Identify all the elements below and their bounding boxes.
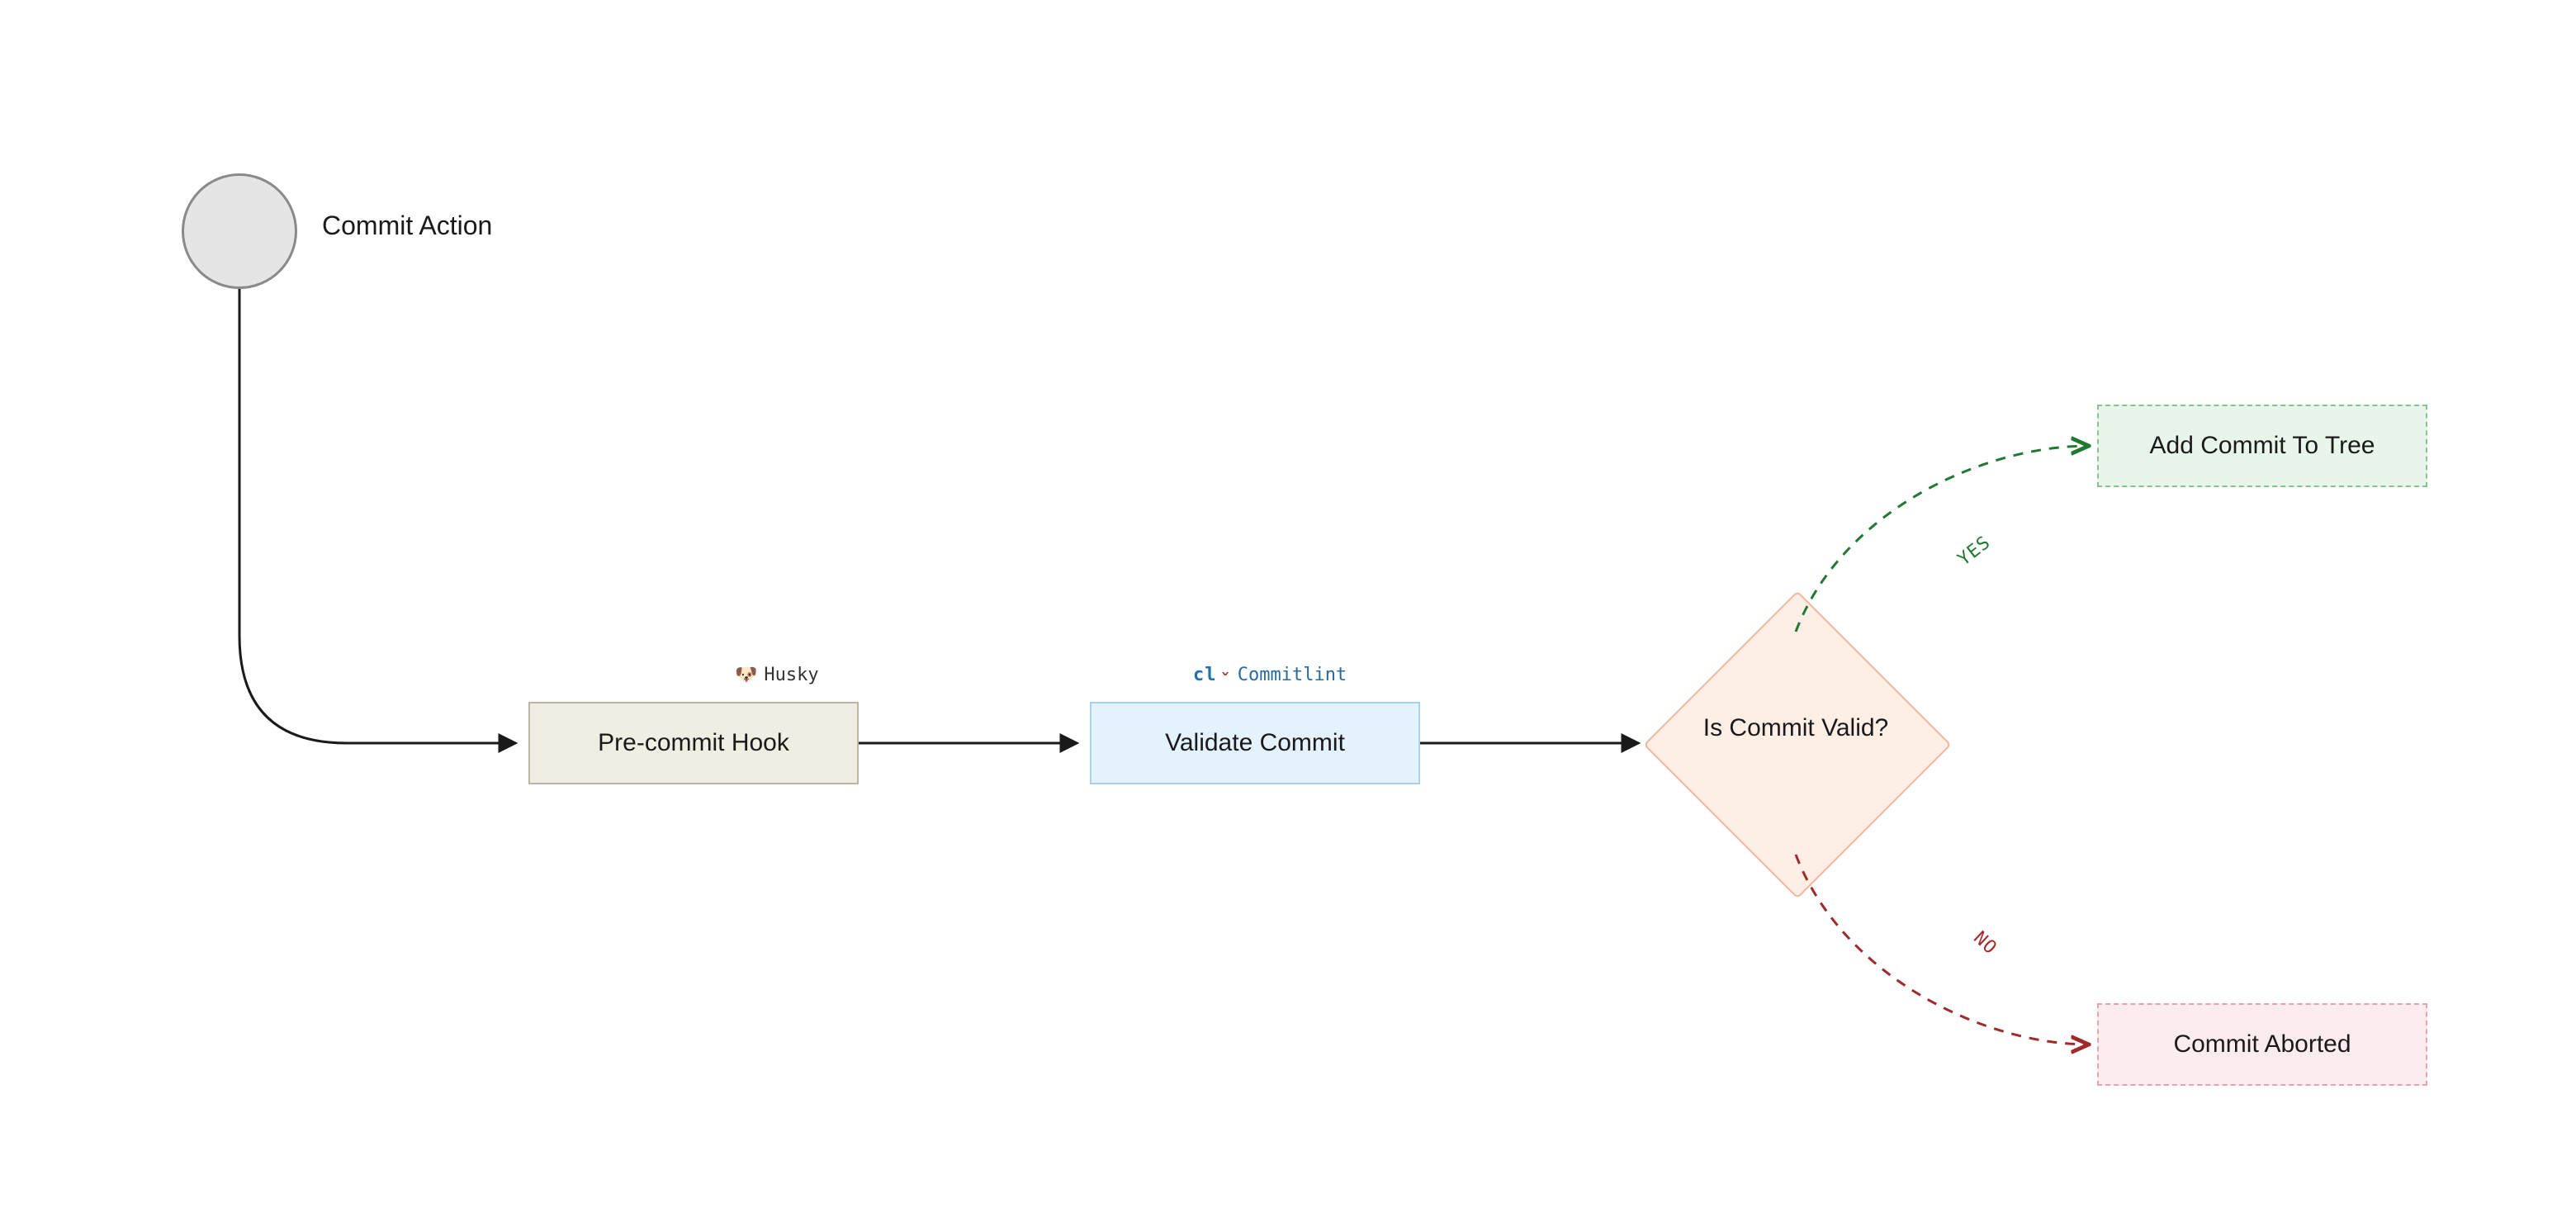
edge-start-precommit [239,289,516,743]
edge-decision-yes [1796,446,2089,632]
connectors [0,0,2576,1222]
edge-decision-no [1796,855,2089,1044]
